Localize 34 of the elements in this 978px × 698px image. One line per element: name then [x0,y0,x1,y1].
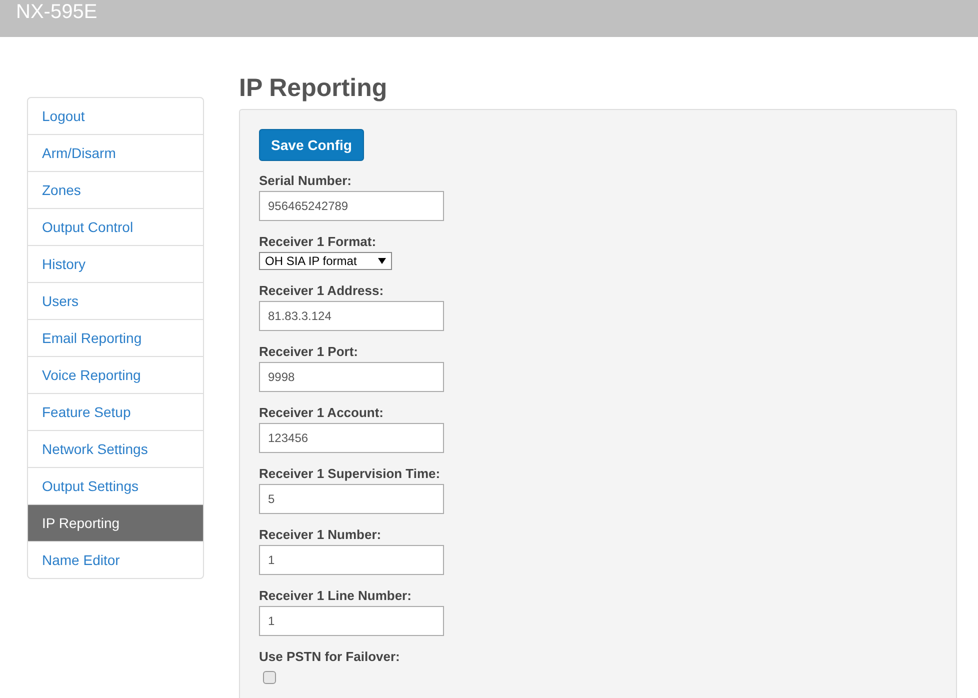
field-label: Receiver 1 Number: [259,527,382,543]
field-label: Receiver 1 Port: [259,344,358,360]
field-label: Receiver 1 Supervision Time: [259,466,440,482]
input-field[interactable]: 5 [259,484,444,514]
sidebar-item[interactable]: Arm/Disarm [28,134,203,171]
sidebar-item[interactable]: Zones [28,171,203,208]
input-field[interactable]: 9998 [259,362,444,392]
field-label: Serial Number: [259,173,352,189]
sidebar-item[interactable]: Logout [28,98,203,134]
page-title: IP Reporting [239,73,388,103]
input-field[interactable]: 1 [259,606,444,636]
field-label: Receiver 1 Address: [259,283,384,299]
field-label: Receiver 1 Account: [259,405,384,421]
caret-icon [378,258,386,264]
sidebar-item[interactable]: Feature Setup [28,393,203,430]
field-label: Receiver 1 Line Number: [259,588,412,604]
field-label: Receiver 1 Format: [259,234,376,250]
sidebar-item[interactable]: Voice Reporting [28,356,203,393]
save-button[interactable]: Save Config [259,129,364,161]
sidebar-item[interactable]: History [28,245,203,282]
sidebar-item[interactable]: Network Settings [28,430,203,467]
sidebar-item[interactable]: Output Control [28,208,203,245]
input-field[interactable]: 123456 [259,423,444,453]
sidebar-item[interactable]: Email Reporting [28,319,203,356]
format-dropdown[interactable]: OH SIA IP format [259,252,392,270]
checkbox[interactable] [263,671,276,684]
sidebar-item[interactable]: Users [28,282,203,319]
field-label: Use PSTN for Failover: [259,649,400,665]
sidebar-item[interactable]: IP Reporting [28,504,203,541]
input-field[interactable]: 81.83.3.124 [259,301,444,331]
sidebar-item[interactable]: Name Editor [28,541,203,578]
input-field[interactable]: 956465242789 [259,191,444,221]
input-field[interactable]: 1 [259,545,444,575]
app-title: NX-595E [16,1,98,24]
